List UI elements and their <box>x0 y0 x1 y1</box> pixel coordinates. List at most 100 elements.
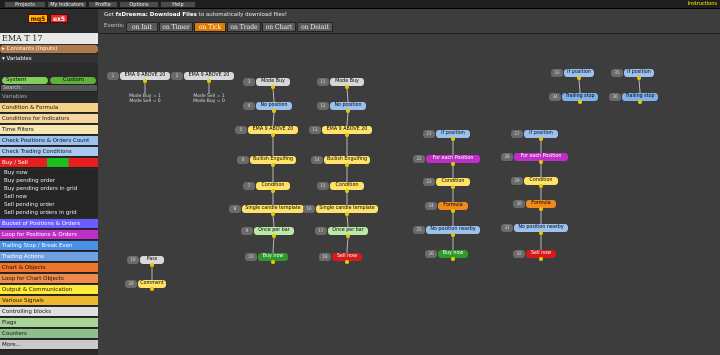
block-no-position[interactable]: 12 No position <box>317 102 366 113</box>
menu-profile[interactable]: Profile <box>88 1 118 8</box>
tab-on-chart[interactable]: on Chart <box>262 22 296 32</box>
menu-my-indicators[interactable]: My Indicators <box>47 1 87 8</box>
block-item-sell-pending-orders-in-grid[interactable]: Sell pending orders in grid <box>0 209 98 217</box>
block-trailing-stop[interactable]: 34 Trailing stop <box>549 93 598 104</box>
block-if-position[interactable]: 27 If position <box>511 130 558 141</box>
block-mode-buy[interactable]: 3 Mode Buy <box>243 78 290 89</box>
category-bucket-of-positions-orders[interactable]: Bucket of Positions & Orders <box>0 219 98 229</box>
output-connector[interactable] <box>539 257 543 261</box>
output-connector[interactable] <box>345 163 349 167</box>
block-buy-now[interactable]: 10 Buy now <box>245 253 288 264</box>
output-connector[interactable] <box>637 76 641 80</box>
category-loop-for-chart-objects[interactable]: Loop for Chart Objects <box>0 274 98 284</box>
block-if-position[interactable]: 33 If position <box>551 69 594 80</box>
block-if-position[interactable]: 21 If position <box>423 130 470 141</box>
category-buy-sell[interactable]: Buy / Sell <box>0 158 98 168</box>
output-connector[interactable] <box>345 133 349 137</box>
instructions-link[interactable]: Instructions <box>688 1 717 8</box>
block-item-buy-now[interactable]: Buy now <box>0 169 98 177</box>
category-loop-for-positions-orders[interactable]: Loop for Positions & Orders <box>0 230 98 240</box>
block-buy-now[interactable]: 26 Buy now <box>425 250 468 261</box>
mq5-logo[interactable]: mq5 <box>28 14 48 23</box>
category-condition-formula[interactable]: Condition & Formula <box>0 103 98 113</box>
category-counters[interactable]: Counters <box>0 329 98 339</box>
tab-on-tick[interactable]: on Tick <box>194 22 226 32</box>
category-various-signals[interactable]: Various Signals <box>0 296 98 306</box>
output-connector[interactable] <box>539 184 543 188</box>
category-trailing-stop-break-even[interactable]: Trailing Stop / Break Even <box>0 241 98 251</box>
category-flags[interactable]: Flags <box>0 318 98 328</box>
block-item-sell-now[interactable]: Sell now <box>0 193 98 201</box>
block-condition[interactable]: 29 Condition <box>511 177 558 188</box>
menu-help[interactable]: Help <box>160 1 196 8</box>
output-connector[interactable] <box>345 189 349 193</box>
output-connector[interactable] <box>346 234 350 238</box>
block-item-buy-pending-orders-in-grid[interactable]: Buy pending orders in grid <box>0 185 98 193</box>
download-link[interactable]: fxDreema: Download Files <box>116 12 197 18</box>
output-connector[interactable] <box>451 185 455 189</box>
tab-on-trade[interactable]: on Trade <box>227 22 261 32</box>
output-connector[interactable] <box>271 163 275 167</box>
category-output-communication[interactable]: Output & Communication <box>0 285 98 295</box>
block-bullish-engulfing[interactable]: 14 Bullish Engulfing <box>311 156 370 167</box>
block-ema-9-above-20[interactable]: 2 EMA 9 ABOVE 20 <box>171 72 234 83</box>
block-sell-now[interactable]: 18 Sell now <box>319 253 362 264</box>
category-trading-actions[interactable]: Trading Actions <box>0 252 98 262</box>
block-canvas[interactable]: 1 EMA 9 ABOVE 20 Mode Buy = 1 Mode Sell = 0… <box>98 33 720 355</box>
block-no-position-nearby[interactable]: 25 No position nearby <box>413 226 480 237</box>
block-trailing-stop[interactable]: 36 Trailing stop <box>609 93 658 104</box>
block-condition[interactable]: 15 Condition <box>317 182 364 193</box>
output-connector[interactable] <box>346 109 350 113</box>
category-controlling-blocks[interactable]: Controlling blocks <box>0 307 98 317</box>
block-if-position[interactable]: 35 If position <box>611 69 654 80</box>
block-comment[interactable]: 20 Comment <box>125 280 166 291</box>
output-connector[interactable] <box>271 212 275 216</box>
output-connector[interactable] <box>539 207 543 211</box>
block-item-buy-pending-order[interactable]: Buy pending order <box>0 177 98 185</box>
block-no-position[interactable]: 4 No position <box>243 102 292 113</box>
menu-options[interactable]: Options <box>119 1 159 8</box>
output-connector[interactable] <box>272 109 276 113</box>
output-connector[interactable] <box>345 85 349 89</box>
block-single-candle-template[interactable]: 16 Single candle template <box>303 205 378 216</box>
block-once-per-bar[interactable]: 9 Once per bar <box>241 227 294 238</box>
block-for-each-position[interactable]: 22 For each Position <box>413 155 480 166</box>
tab-on-deinit[interactable]: on Deinit <box>297 22 333 32</box>
output-connector[interactable] <box>271 133 275 137</box>
block-mode-buy[interactable]: 11 Mode Buy <box>317 78 364 89</box>
output-connector[interactable] <box>271 260 275 264</box>
output-connector[interactable] <box>451 209 455 213</box>
tab-on-timer[interactable]: on Timer <box>159 22 193 32</box>
output-connector[interactable] <box>539 160 543 164</box>
output-connector[interactable] <box>345 212 349 216</box>
output-connector[interactable] <box>150 263 154 267</box>
output-connector[interactable] <box>207 79 211 83</box>
system-variables-button[interactable]: System <box>2 77 48 84</box>
block-condition[interactable]: 7 Condition <box>243 182 290 193</box>
block-formula[interactable]: 24 Formula <box>425 202 468 213</box>
search-input[interactable]: Search: <box>0 84 98 92</box>
block-for-each-position[interactable]: 28 For each Position <box>501 153 568 164</box>
output-connector[interactable] <box>539 137 543 141</box>
block-formula[interactable]: 30 Formula <box>513 200 556 211</box>
constants-header[interactable]: ▸ Constants (Inputs) <box>0 45 98 53</box>
output-connector[interactable] <box>272 234 276 238</box>
block-no-position-nearby[interactable]: 31 No position nearby <box>501 224 568 235</box>
output-connector[interactable] <box>578 100 582 104</box>
block-ema-9-above-20[interactable]: 13 EMA 9 ABOVE 20 <box>309 126 372 137</box>
block-sell-now[interactable]: 32 Sell now <box>513 250 556 261</box>
category-chart-objects[interactable]: Chart & Objects <box>0 263 98 273</box>
output-connector[interactable] <box>451 257 455 261</box>
output-connector[interactable] <box>451 162 455 166</box>
output-connector[interactable] <box>143 79 147 83</box>
block-single-candle-template[interactable]: 8 Single candle template <box>229 205 304 216</box>
custom-variables-button[interactable]: Custom <box>50 77 96 84</box>
block-bullish-engulfing[interactable]: 6 Bullish Engulfing <box>237 156 296 167</box>
block-ema-9-above-20[interactable]: 5 EMA 9 ABOVE 20 <box>235 126 298 137</box>
ex5-logo[interactable]: ex5 <box>50 14 68 23</box>
block-condition[interactable]: 23 Condition <box>423 178 470 189</box>
block-once-per-bar[interactable]: 17 Once per bar <box>315 227 368 238</box>
block-item-sell-pending-order[interactable]: Sell pending order <box>0 201 98 209</box>
menu-projects[interactable]: Projects <box>4 1 46 8</box>
block-pass[interactable]: 19 Pass <box>127 256 164 267</box>
